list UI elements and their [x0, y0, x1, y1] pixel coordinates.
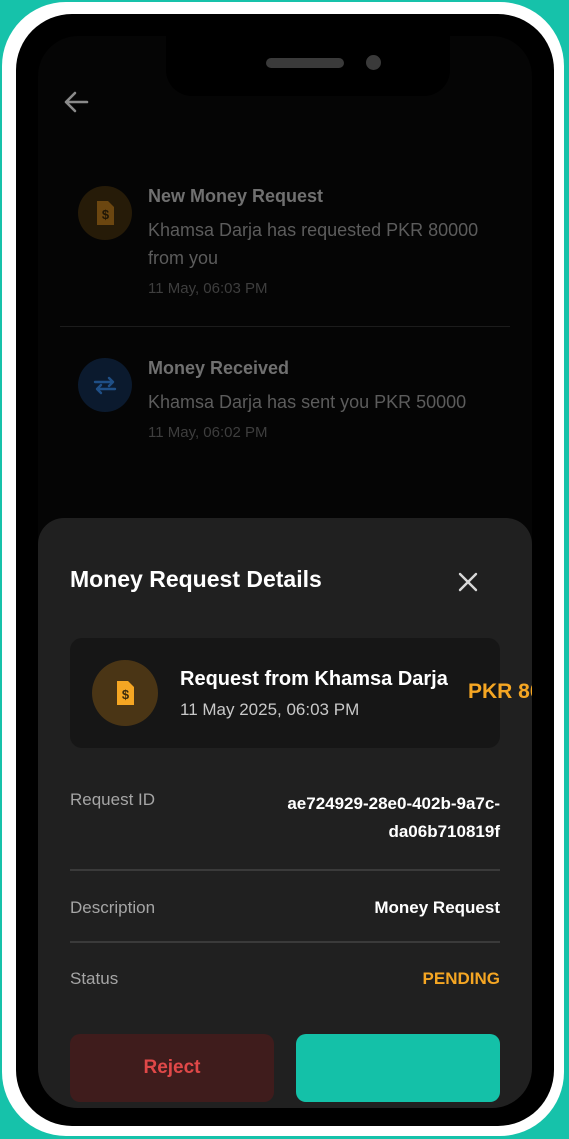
camera-notch — [166, 36, 450, 96]
notification-message: Khamsa Darja has sent you PKR 50000 — [148, 392, 467, 412]
phone-frame: $ New Money Request Khamsa Darja has req… — [2, 2, 564, 1136]
description-value: Money Request — [374, 898, 500, 917]
status-badge: PENDING — [422, 969, 500, 988]
notification-item-money-request[interactable]: $ New Money Request Khamsa Darja has req… — [78, 186, 518, 306]
request-id-label: Request ID — [70, 790, 156, 809]
row-divider — [70, 941, 500, 943]
request-from-title: Request from Khamsa Darja — [180, 668, 448, 690]
request-amount: PKR 80000 — [468, 680, 532, 703]
notification-time: 11 May, 06:02 PM — [148, 424, 268, 441]
phone-body: $ New Money Request Khamsa Darja has req… — [16, 14, 554, 1126]
speaker-grille — [266, 58, 344, 68]
app-screen: $ New Money Request Khamsa Darja has req… — [38, 36, 532, 1108]
notification-message: Khamsa Darja has requested PKR 80000 fro… — [148, 220, 479, 268]
request-summary-card: $ Request from Khamsa Darja 11 May 2025,… — [70, 638, 532, 748]
request-id-line-2: da06b710819f — [388, 822, 500, 841]
close-button[interactable] — [450, 564, 486, 600]
reject-button[interactable]: Reject — [70, 1034, 274, 1102]
back-arrow-icon — [64, 91, 89, 113]
accept-button[interactable] — [296, 1034, 500, 1102]
dollar-document-icon: $ — [92, 660, 158, 726]
front-camera-icon — [366, 55, 381, 70]
request-id-value: ae724929-28e0-402b-9a7c- da06b710819f — [287, 790, 500, 846]
notification-time: 11 May, 06:03 PM — [148, 280, 268, 297]
transfer-arrows-icon — [78, 358, 132, 412]
description-label: Description — [70, 898, 156, 917]
notification-divider — [60, 326, 510, 327]
dollar-document-icon: $ — [78, 186, 132, 240]
svg-text:$: $ — [102, 207, 110, 222]
sheet-title: Money Request Details — [70, 566, 322, 592]
svg-text:$: $ — [122, 687, 130, 702]
notification-title: Money Received — [148, 358, 290, 378]
money-request-details-sheet: Money Request Details $ Request from Kha… — [38, 518, 532, 1108]
notification-title: New Money Request — [148, 186, 324, 206]
back-button[interactable] — [58, 84, 94, 120]
request-date: 11 May 2025, 06:03 PM — [180, 700, 360, 719]
status-label: Status — [70, 969, 119, 988]
notification-item-money-received[interactable]: Money Received Khamsa Darja has sent you… — [78, 358, 518, 458]
close-icon — [458, 572, 478, 592]
request-id-line-1: ae724929-28e0-402b-9a7c- — [287, 794, 500, 813]
row-divider — [70, 869, 500, 871]
